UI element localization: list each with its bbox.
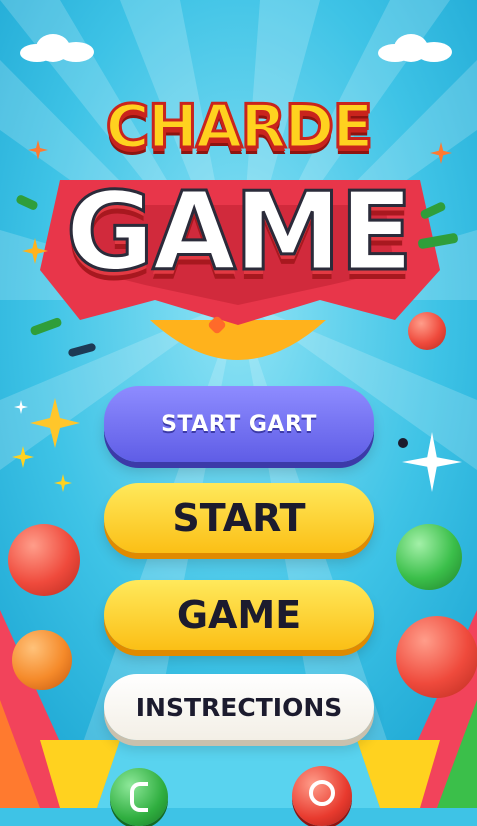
sparkle-yellow-small-icon (12, 446, 34, 468)
game-logo: CHARDE GAME (0, 70, 477, 370)
sparkle-yellow-large-icon (30, 398, 80, 448)
sparkle-orange-icon (430, 142, 452, 164)
green-round-icon[interactable] (110, 768, 168, 826)
game-button[interactable]: GAME (104, 580, 374, 650)
title-line1: CHARDE (104, 91, 375, 164)
ball-red-right-small (408, 312, 446, 350)
ball-red-left (8, 524, 80, 596)
sparkle-yellow-icon (22, 238, 48, 264)
start-gart-button[interactable]: START GART (104, 386, 374, 462)
start-button[interactable]: START (104, 483, 374, 553)
red-round-icon[interactable] (292, 766, 352, 826)
sparkle-white-large-icon (402, 432, 462, 492)
cloud-left (20, 34, 94, 62)
ball-red-right-large (396, 616, 477, 698)
ball-green-right (396, 524, 462, 590)
sparkle-orange-icon (28, 140, 48, 160)
sparkle-yellow-small-icon (54, 474, 72, 492)
title-line2: GAME (64, 169, 414, 297)
instructions-button[interactable]: INSTRECTIONS (104, 674, 374, 740)
sparkle-white-small-icon (14, 400, 28, 414)
dot-dark-right (398, 438, 408, 448)
gear-glyph (309, 780, 335, 806)
cloud-right (378, 34, 452, 62)
ball-orange-left (12, 630, 72, 690)
